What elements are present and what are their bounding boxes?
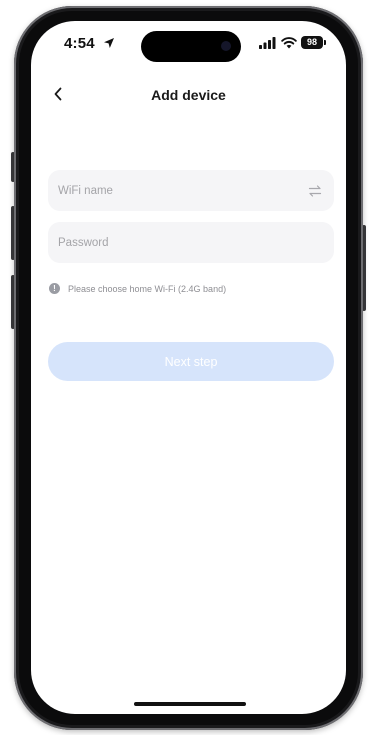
location-arrow-icon	[104, 38, 114, 48]
status-time: 4:54	[64, 35, 95, 52]
front-camera	[221, 41, 231, 51]
wifi-name-field[interactable]	[48, 170, 334, 211]
wifi-name-input[interactable]	[58, 184, 308, 197]
phone-mockup: 4:54 98 Add device WiFi name ! Please ch…	[0, 0, 371, 735]
wifi-band-hint: ! Please choose home Wi-Fi (2.4G band)	[49, 283, 226, 294]
cellular-signal-icon	[259, 37, 276, 49]
password-field[interactable]	[48, 222, 334, 263]
home-indicator[interactable]	[134, 702, 246, 706]
page-title: Add device	[151, 87, 226, 103]
battery-indicator: 98	[301, 36, 323, 49]
info-icon: !	[49, 283, 60, 294]
battery-cap	[324, 40, 326, 45]
dynamic-island	[141, 31, 241, 62]
wifi-icon	[281, 37, 297, 49]
hint-text: Please choose home Wi-Fi (2.4G band)	[68, 283, 227, 294]
password-input[interactable]	[58, 236, 322, 249]
phone-screen: 4:54 98 Add device WiFi name ! Please ch…	[31, 21, 346, 714]
next-step-button[interactable]: Next step	[48, 342, 334, 381]
switch-arrows-icon[interactable]	[308, 184, 322, 197]
